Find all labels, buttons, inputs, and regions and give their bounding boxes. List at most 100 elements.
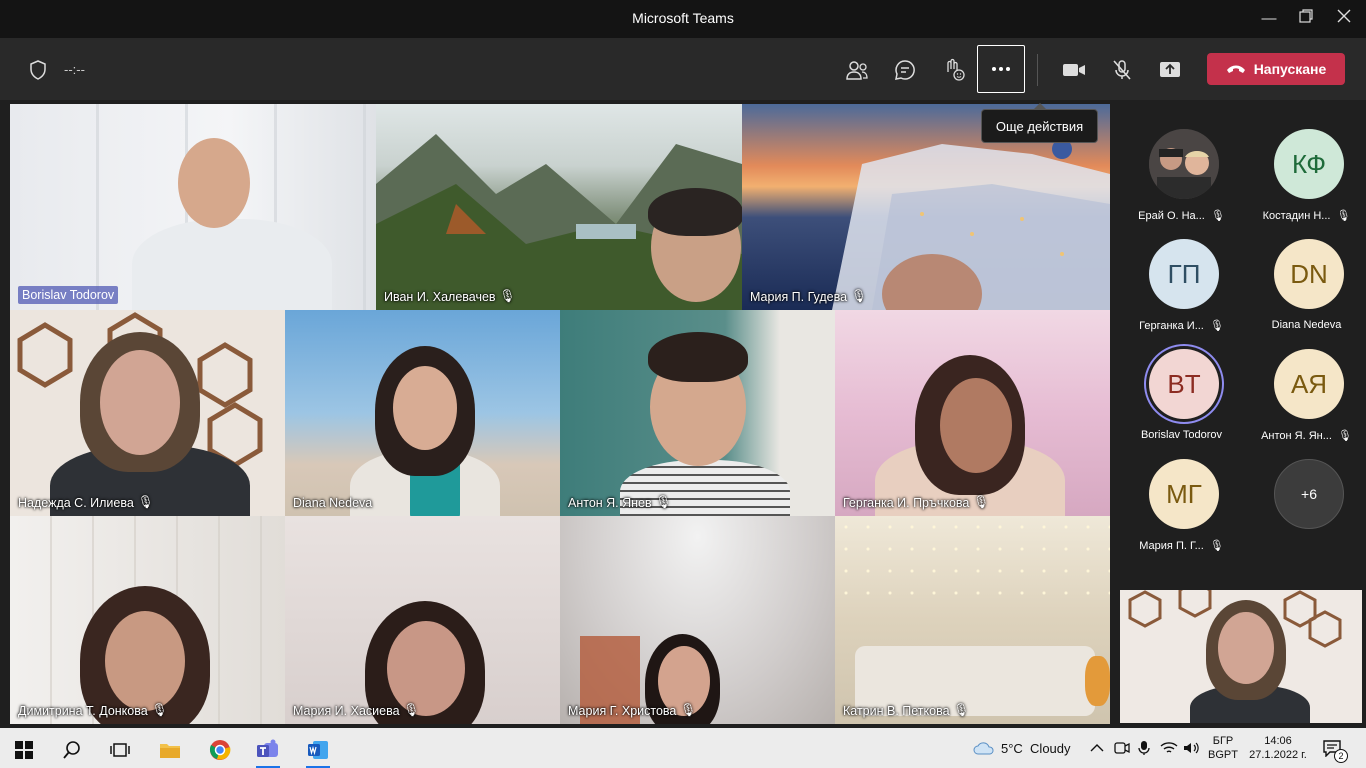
mic-muted-icon: 🎙︎	[137, 495, 154, 509]
tile-name: Надежда С. Илиева	[18, 495, 134, 510]
person-hair	[648, 332, 748, 382]
avatar: АЯ	[1274, 349, 1344, 419]
roster-participant[interactable]: BT Borislav Todorov	[1116, 324, 1241, 441]
roster-participant[interactable]: МГ Мария П. Г... 🎙︎	[1116, 434, 1241, 552]
meet-now-icon[interactable]	[1114, 728, 1130, 768]
tile-name: Антон Я. Янев	[568, 495, 652, 510]
weather-text: 5°C Cloudy	[1001, 740, 1071, 756]
person-hair	[648, 188, 742, 236]
video-tile[interactable]: Антон Я. Янев 🎙︎	[560, 310, 835, 516]
maximize-button[interactable]	[1295, 8, 1317, 30]
video-tile[interactable]: Иван И. Халевачев 🎙︎	[376, 104, 742, 310]
tile-name-label: Diana Nedeva	[293, 496, 372, 510]
person-shirt	[132, 219, 332, 310]
leave-label: Напускане	[1253, 61, 1327, 77]
participants-icon[interactable]	[843, 56, 871, 84]
tile-name-label: Надежда С. Илиева 🎙︎	[18, 495, 154, 510]
close-button[interactable]	[1333, 8, 1355, 30]
tile-name-label: Borislav Todorov	[18, 286, 119, 304]
camera-icon[interactable]	[1060, 56, 1088, 84]
video-tile[interactable]: Катрин В. Петкова 🎙︎	[835, 516, 1110, 724]
chrome-icon[interactable]	[200, 732, 240, 768]
tile-name: Diana Nedeva	[293, 496, 373, 510]
person-head	[387, 621, 465, 716]
tile-name-label: Мария Г. Христова 🎙︎	[568, 703, 696, 718]
cloud-icon	[973, 742, 994, 755]
roster-participant[interactable]: DN Diana Nedeva	[1241, 214, 1366, 331]
tile-name-label: Герганка И. Пръчкова 🎙︎	[843, 495, 989, 510]
tile-name: Катрин В. Петкова	[843, 703, 950, 718]
start-button[interactable]	[4, 732, 44, 768]
mic-muted-icon[interactable]	[1108, 56, 1136, 84]
search-icon[interactable]	[52, 732, 92, 768]
toolbar-divider	[1037, 54, 1038, 86]
minimize-button[interactable]: —	[1258, 8, 1280, 30]
meeting-timer: --:--	[64, 62, 85, 77]
task-view-icon[interactable]	[100, 732, 140, 768]
avatar: ГП	[1149, 239, 1219, 309]
chevron-up-icon[interactable]	[1090, 728, 1104, 768]
mic-muted-icon: 🎙︎	[403, 703, 420, 717]
tile-name-label: Мария И. Хасиева 🎙︎	[293, 703, 419, 718]
shield-icon[interactable]	[24, 56, 52, 84]
language-code: БГР	[1212, 735, 1234, 747]
tile-name: Мария И. Хасиева	[293, 703, 400, 718]
leave-button[interactable]: Напускане	[1207, 53, 1345, 85]
roster-name-text: Мария П. Г...	[1139, 539, 1204, 552]
tile-name-label: Антон Я. Янев 🎙︎	[568, 495, 672, 510]
avatar: BT	[1149, 349, 1219, 419]
meeting-toolbar: --:-- Напускане	[0, 38, 1366, 100]
video-tile[interactable]: Мария Г. Христова 🎙︎	[560, 516, 835, 724]
participant-roster: Ерай О. На... 🎙︎ КФ Костадин Н... 🎙︎ ГП Ге…	[1116, 104, 1366, 584]
person-head	[393, 366, 457, 450]
clock-date: 27.1.2022 г.	[1249, 749, 1307, 761]
self-view-video[interactable]	[1120, 590, 1362, 723]
avatar: МГ	[1149, 459, 1219, 529]
mic-muted-icon: 🎙︎	[851, 289, 867, 303]
chat-icon[interactable]	[891, 56, 919, 84]
windows-taskbar: 5°C Cloudy БГР BGPT 14:06 27.1.2022 г. 2	[0, 728, 1366, 768]
tile-name-label: Катрин В. Петкова 🎙︎	[843, 703, 969, 718]
mic-muted-icon: 🎙︎	[1209, 540, 1224, 552]
phone-hangup-icon	[1226, 65, 1245, 73]
microphone-icon[interactable]	[1137, 728, 1151, 768]
roster-participant[interactable]: КФ Костадин Н... 🎙︎	[1241, 104, 1366, 222]
tile-name: Димитрина Т. Донкова	[18, 703, 148, 718]
roster-participant[interactable]: ГП Герганка И... 🎙︎	[1116, 214, 1241, 332]
video-tile[interactable]: Мария И. Хасиева 🎙︎	[285, 516, 560, 724]
input-language[interactable]: БГР BGPT	[1208, 728, 1238, 768]
share-screen-icon[interactable]	[1156, 56, 1184, 84]
clock-time: 14:06	[1264, 735, 1292, 747]
mic-muted-icon: 🎙︎	[151, 703, 168, 717]
more-actions-button[interactable]	[977, 45, 1025, 93]
tile-name-label: Иван И. Халевачев 🎙︎	[384, 289, 515, 304]
roster-participant[interactable]: Ерай О. На... 🎙︎	[1116, 104, 1241, 222]
weather-widget[interactable]: 5°C Cloudy	[973, 728, 1071, 768]
reactions-icon[interactable]	[940, 56, 968, 84]
volume-icon[interactable]	[1183, 728, 1201, 768]
video-tile[interactable]: Димитрина Т. Донкова 🎙︎	[10, 516, 285, 724]
tile-name: Иван И. Халевачев	[384, 289, 496, 304]
window-title: Microsoft Teams	[632, 10, 734, 26]
video-tile[interactable]: Borislav Todorov	[10, 104, 376, 310]
video-tile[interactable]: Diana Nedeva	[285, 310, 560, 516]
teams-icon[interactable]	[248, 732, 288, 768]
more-actions-tooltip: Още действия	[981, 103, 1098, 143]
avatar: DN	[1274, 239, 1344, 309]
video-tile[interactable]: Надежда С. Илиева 🎙︎	[10, 310, 285, 516]
background-plush	[1085, 656, 1110, 706]
tile-name-label: Мария П. Гудева 🎙︎	[750, 289, 867, 304]
tile-name-label: Димитрина Т. Донкова 🎙︎	[18, 703, 168, 718]
word-icon[interactable]	[298, 732, 338, 768]
more-participants-button[interactable]: +6	[1241, 434, 1366, 544]
notifications-button[interactable]: 2	[1322, 728, 1348, 768]
tile-name: Мария П. Гудева	[750, 289, 848, 304]
clock[interactable]: 14:06 27.1.2022 г.	[1246, 728, 1310, 768]
file-explorer-icon[interactable]	[150, 732, 190, 768]
wifi-icon[interactable]	[1160, 728, 1178, 768]
person-head	[1218, 612, 1274, 684]
mic-muted-icon: 🎙︎	[973, 495, 990, 509]
mic-muted-icon: 🎙︎	[953, 703, 970, 717]
video-tile[interactable]: Герганка И. Пръчкова 🎙︎	[835, 310, 1110, 516]
roster-participant[interactable]: АЯ Антон Я. Ян... 🎙︎	[1241, 324, 1366, 442]
